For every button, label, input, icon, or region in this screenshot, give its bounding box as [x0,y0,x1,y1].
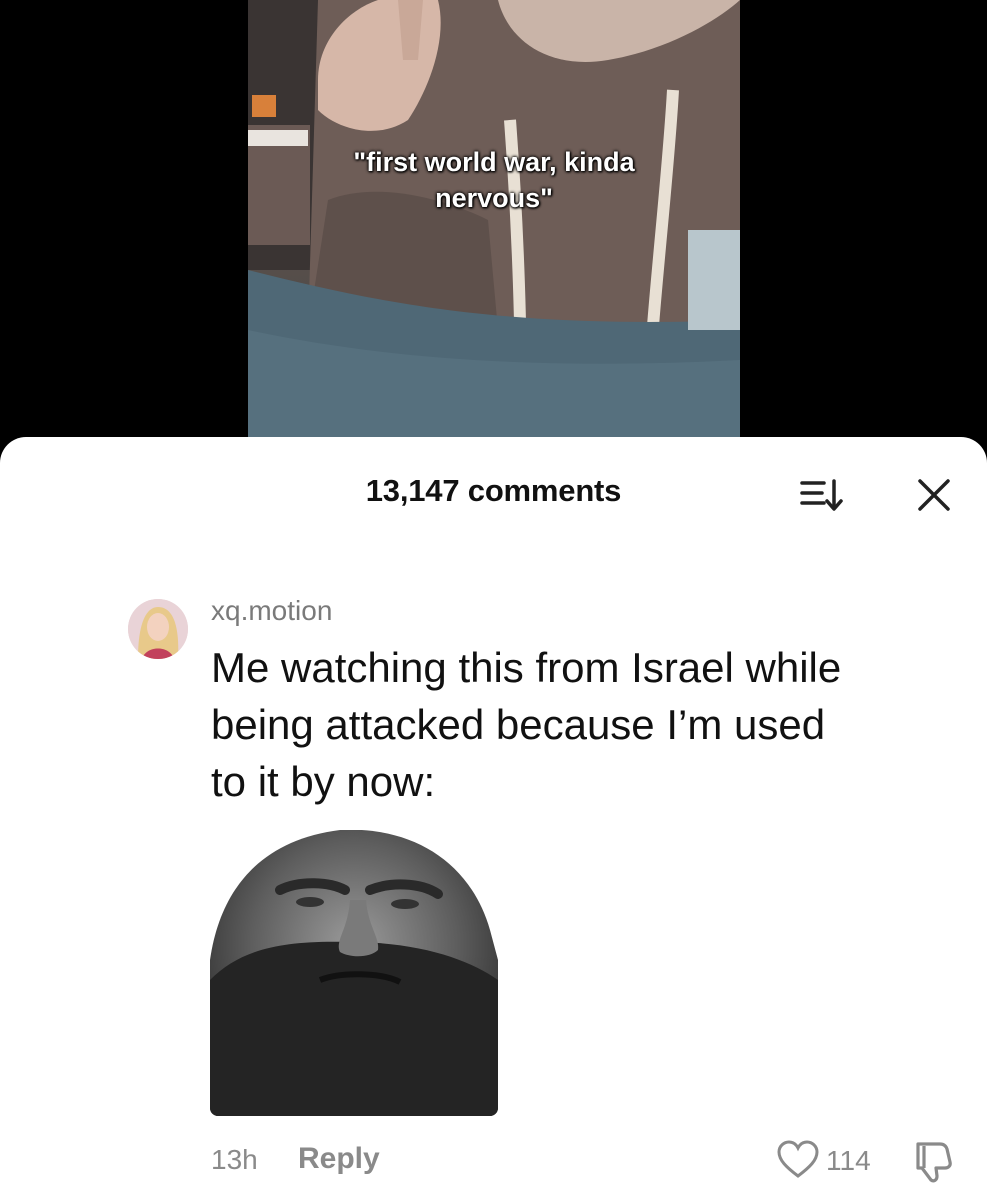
close-icon[interactable] [914,475,954,515]
comment-sticker-image[interactable] [210,830,498,1116]
caption-line: "first world war, kinda [353,147,635,177]
comment-text-line: to it by now: [211,758,436,805]
comment-timestamp: 13h [211,1144,258,1175]
like-count: 114 [826,1145,871,1176]
video-player[interactable]: "first world war, kinda nervous" [0,0,987,450]
caption-line: nervous" [435,183,553,213]
comment-text: Me watching this from Israel while being… [211,639,961,810]
video-caption: "first world war, kinda nervous" [248,144,740,216]
comment-username[interactable]: xq.motion [211,595,332,627]
comments-sheet: 13,147 comments xq.motion Me watching th… [0,437,987,1200]
video-frame: "first world war, kinda nervous" [248,0,740,450]
video-still [248,0,740,450]
comment-text-line: Me watching this from Israel while [211,644,842,691]
thumbs-down-icon[interactable] [910,1138,956,1184]
sort-icon[interactable] [800,477,846,513]
heart-outline-icon[interactable] [776,1140,820,1180]
reply-button[interactable]: Reply [298,1142,380,1176]
comment-text-line: being attacked because I’m used [211,701,826,748]
avatar[interactable] [128,599,188,659]
